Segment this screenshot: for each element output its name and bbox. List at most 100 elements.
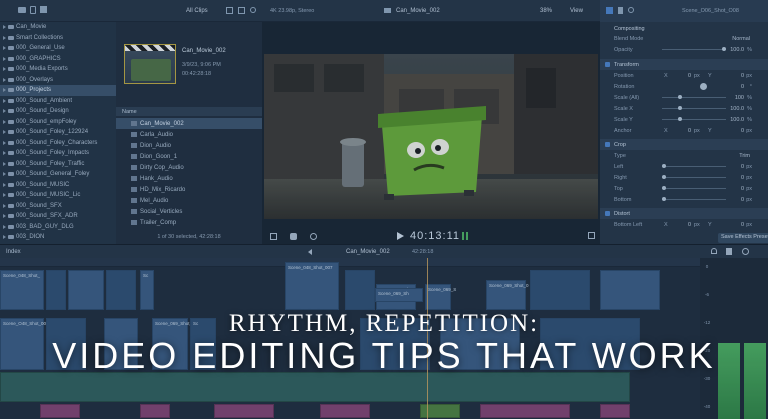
video-inspector-icon[interactable] [606, 7, 613, 14]
scale-x-slider[interactable] [662, 106, 726, 110]
disclosure-icon[interactable] [3, 161, 6, 166]
browser-row[interactable]: Mel_Audio [116, 195, 262, 206]
disclosure-icon[interactable] [3, 203, 6, 208]
anchor-x-value[interactable]: 0 [688, 128, 691, 134]
play-button[interactable] [397, 232, 404, 240]
crop-top-value[interactable]: 0 [741, 186, 744, 192]
disclosure-icon[interactable] [3, 224, 6, 229]
headphones-icon[interactable] [711, 248, 717, 254]
index-button[interactable]: Index [6, 249, 21, 255]
browser-row[interactable]: Dion_Goon_1 [116, 151, 262, 162]
disclosure-icon[interactable] [3, 77, 6, 82]
crop-right-slider[interactable] [662, 175, 726, 179]
disclosure-icon[interactable] [3, 98, 6, 103]
scale-all-knob[interactable] [678, 95, 682, 99]
position-x-value[interactable]: 0 [688, 73, 691, 79]
timeline-clip[interactable] [530, 270, 590, 310]
crop-right-value[interactable]: 0 [741, 175, 744, 181]
view-menu[interactable]: View [570, 8, 583, 14]
scale-all-value[interactable]: 100 [735, 95, 744, 101]
opacity-slider[interactable] [662, 47, 726, 51]
disclosure-icon[interactable] [3, 67, 6, 72]
timeline-clip[interactable]: Scene_069_Shot_0 [486, 280, 529, 310]
audio-clip[interactable] [420, 404, 460, 418]
disclosure-icon[interactable] [3, 172, 6, 177]
timeline-clip[interactable]: Scene_069_Sh [375, 288, 423, 302]
scale-y-knob[interactable] [678, 117, 682, 121]
browser-row[interactable]: Trailer_Comp [116, 217, 262, 228]
audio-clip[interactable] [480, 404, 570, 418]
crop-type-dropdown[interactable]: Trim [739, 153, 750, 159]
crop-bottom-value[interactable]: 0 [741, 197, 744, 203]
opacity-slider-knob[interactable] [722, 47, 726, 51]
zoom-dropdown[interactable]: 38% [540, 8, 552, 14]
libraries-icon[interactable] [40, 6, 47, 13]
anchor-y-value[interactable]: 0 [741, 128, 744, 134]
crop-left-slider[interactable] [662, 164, 726, 168]
crop-right-knob[interactable] [662, 175, 666, 179]
bottom-left-x-value[interactable]: 0 [688, 222, 691, 228]
sidebar-item[interactable]: 000_GRAPHICS [0, 54, 116, 65]
enhance-tool-icon[interactable] [290, 233, 297, 240]
sidebar-item[interactable]: 000_Sound_MUSIC_Lic [0, 190, 116, 201]
audio-clip[interactable] [320, 404, 370, 418]
crop-bottom-slider[interactable] [662, 197, 726, 201]
bottom-left-y-value[interactable]: 0 [741, 222, 744, 228]
browser-row[interactable]: HD_Mix_Ricardo [116, 184, 262, 195]
sidebar-item[interactable]: 000_Sound_SFX [0, 201, 116, 212]
sidebar-item[interactable]: 000_Sound_MUSIC [0, 180, 116, 191]
sidebar-item[interactable]: 000_General_Use [0, 43, 116, 54]
import-icon[interactable] [18, 7, 26, 13]
sidebar-item[interactable]: 000_Projects [0, 85, 116, 96]
sidebar-item[interactable]: 000_Sound_empFoley [0, 117, 116, 128]
video-frame[interactable] [264, 54, 598, 219]
project-name[interactable]: Can_Movie_002 [346, 249, 390, 255]
list-view-icon[interactable] [238, 7, 245, 14]
position-y-value[interactable]: 0 [741, 73, 744, 79]
disclosure-icon[interactable] [3, 235, 6, 240]
sidebar-item[interactable]: 000_Sound_Foley_122924 [0, 127, 116, 138]
browser-row[interactable]: Can_Movie_002 [116, 118, 262, 129]
disclosure-icon[interactable] [3, 25, 6, 30]
distort-section[interactable]: Distort [600, 208, 768, 219]
sidebar-item[interactable]: 003_BAD_GUY_DLG [0, 222, 116, 233]
keyword-icon[interactable] [30, 6, 36, 14]
browser-row[interactable]: Social_Verticles [116, 206, 262, 217]
browser-row[interactable]: Hank_Audio [116, 173, 262, 184]
disclosure-icon[interactable] [3, 35, 6, 40]
disclosure-icon[interactable] [3, 88, 6, 93]
scale-all-slider[interactable] [662, 95, 726, 99]
sidebar-item[interactable]: 000_Sound_General_Foley [0, 169, 116, 180]
meters-icon[interactable] [726, 248, 732, 255]
disclosure-icon[interactable] [3, 130, 6, 135]
crop-left-knob[interactable] [662, 164, 666, 168]
rotation-dial[interactable] [700, 83, 707, 90]
scale-y-value[interactable]: 100.0 [730, 117, 744, 123]
timeline-clip[interactable]: Scene_048_Shot_007 [285, 262, 339, 310]
disclosure-icon[interactable] [3, 109, 6, 114]
crop-bottom-knob[interactable] [662, 197, 666, 201]
disclosure-icon[interactable] [3, 119, 6, 124]
timeline-clip[interactable] [106, 270, 136, 310]
scale-y-slider[interactable] [662, 117, 726, 121]
sidebar-item[interactable]: Smart Collections [0, 33, 116, 44]
sidebar-item[interactable]: 000_Sound_Foley_Traffic [0, 159, 116, 170]
crop-top-knob[interactable] [662, 186, 666, 190]
filmstrip-icon[interactable] [226, 7, 233, 14]
audio-inspector-icon[interactable] [618, 7, 623, 14]
opacity-value[interactable]: 100.0 [730, 47, 744, 53]
crop-section[interactable]: Crop [600, 139, 768, 150]
distort-checkbox[interactable] [605, 211, 610, 216]
sidebar-item[interactable]: 000_Overlays [0, 75, 116, 86]
sidebar-item[interactable]: 003_DION [0, 232, 116, 243]
crop-left-value[interactable]: 0 [741, 164, 744, 170]
timeline-clip[interactable]: Sc [140, 270, 154, 310]
transform-checkbox[interactable] [605, 62, 610, 67]
scale-x-knob[interactable] [678, 106, 682, 110]
timeline-clip[interactable]: Scene_069_S [425, 284, 456, 310]
timecode-display[interactable]: 40:13:11 [410, 230, 460, 242]
timeline-clip[interactable]: Scene_048_Shot_ [0, 270, 44, 310]
timeline-clip[interactable] [600, 270, 660, 310]
rotation-value[interactable]: 0 [741, 84, 744, 90]
timeline-ruler[interactable] [0, 258, 700, 267]
